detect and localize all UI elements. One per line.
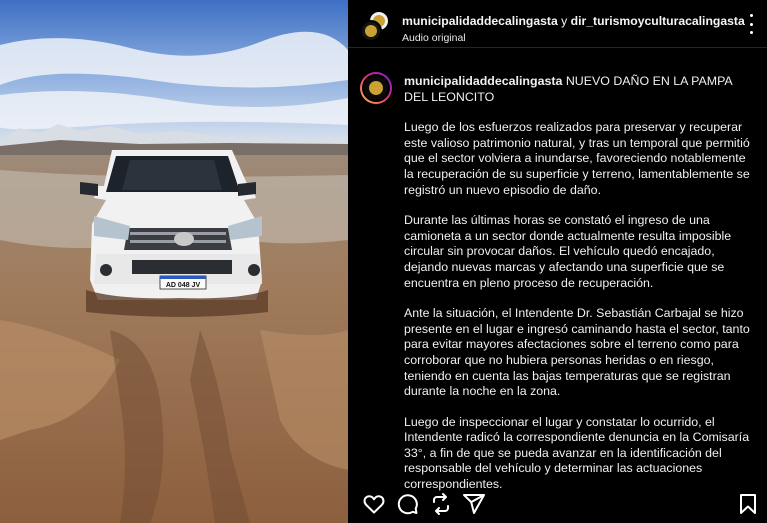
municipality-logo-icon — [369, 81, 383, 95]
caption-avatar[interactable] — [360, 72, 392, 104]
pickup-truck: AD 048 JV — [80, 150, 268, 317]
toyota-logo-icon — [174, 232, 194, 246]
author-link-1[interactable]: municipalidaddecalingasta — [402, 14, 558, 28]
audio-link[interactable]: Audio original — [402, 32, 466, 44]
caption-paragraph: Luego de inspeccionar el lugar y constat… — [404, 414, 750, 492]
post-caption: municipalidaddecalingasta NUEVO DAÑO EN … — [404, 74, 754, 493]
post-media[interactable]: AD 048 JV — [0, 0, 348, 523]
post-panel: municipalidaddecalingasta y dir_turismoy… — [348, 0, 767, 523]
caption-paragraph: Ante la situación, el Intendente Dr. Seb… — [404, 306, 750, 399]
post-authors: municipalidaddecalingasta y dir_turismoy… — [402, 14, 745, 28]
caption-paragraph: Durante las últimas horas se constató el… — [404, 213, 732, 290]
truck-in-mud-photo: AD 048 JV — [0, 0, 348, 523]
repost-icon[interactable] — [429, 492, 453, 516]
heart-icon[interactable] — [362, 492, 386, 516]
avatar[interactable] — [360, 20, 382, 42]
collab-avatars[interactable] — [360, 10, 392, 42]
authors-conjunction: y — [557, 14, 571, 28]
bookmark-icon[interactable] — [736, 492, 760, 516]
more-options-icon[interactable] — [743, 14, 759, 34]
comment-icon[interactable] — [395, 492, 419, 516]
caption-title-line: municipalidaddecalingasta NUEVO DAÑO EN … — [404, 74, 754, 105]
caption-username[interactable]: municipalidaddecalingasta — [404, 74, 562, 88]
share-icon[interactable] — [462, 492, 486, 516]
author-link-2[interactable]: dir_turismoyculturacalingasta — [571, 14, 745, 28]
municipality-logo-icon — [365, 25, 377, 37]
caption-paragraph: Luego de los esfuerzos realizados para p… — [404, 120, 750, 197]
license-plate: AD 048 JV — [166, 282, 201, 289]
post-header: municipalidaddecalingasta y dir_turismoy… — [348, 0, 767, 48]
post-actions — [348, 488, 767, 520]
